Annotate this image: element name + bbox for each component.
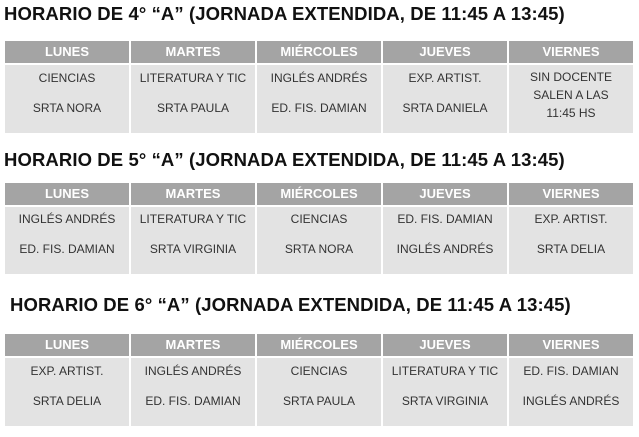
teacher-text: SRTA DELIA xyxy=(32,394,102,408)
day-header-miercoles: MIÉRCOLES xyxy=(257,183,381,205)
class-cell-jueves: LITERATURA Y TIC SRTA VIRGINIA xyxy=(383,358,507,426)
class-cell-viernes: SIN DOCENTE SALEN A LAS 11:45 HS xyxy=(509,65,633,133)
subject-text: EXP. ARTIST. xyxy=(30,364,104,378)
class-cell-martes: INGLÉS ANDRÉS ED. FIS. DAMIAN xyxy=(131,358,255,426)
subject-text: EXP. ARTIST. xyxy=(534,212,608,226)
subject-text: LITERATURA Y TIC xyxy=(139,71,247,85)
day-header-jueves: JUEVES xyxy=(383,41,507,63)
class-cell-jueves: ED. FIS. DAMIAN INGLÉS ANDRÉS xyxy=(383,207,507,274)
day-header-viernes: VIERNES xyxy=(509,334,633,356)
schedule-title: HORARIO DE 6° “A” (JORNADA EXTENDIDA, DE… xyxy=(10,294,571,315)
teacher-text: SRTA VIRGINIA xyxy=(401,394,489,408)
note-text: 11:45 HS xyxy=(546,106,596,120)
schedule-table: LUNES MARTES MIÉRCOLES JUEVES VIERNES IN… xyxy=(5,183,633,274)
subject-text: INGLÉS ANDRÉS xyxy=(144,364,242,378)
schedule-table: LUNES MARTES MIÉRCOLES JUEVES VIERNES CI… xyxy=(5,41,633,133)
teacher-text: SRTA DELIA xyxy=(536,242,606,256)
subject-text: EXP. ARTIST. xyxy=(408,71,482,85)
teacher-text: SRTA VIRGINIA xyxy=(149,242,237,256)
schedule-title: HORARIO DE 4° “A” (JORNADA EXTENDIDA, DE… xyxy=(4,3,565,24)
class-cell-miercoles: INGLÉS ANDRÉS ED. FIS. DAMIAN xyxy=(257,65,381,133)
class-cell-martes: LITERATURA Y TIC SRTA PAULA xyxy=(131,65,255,133)
note-text: SIN DOCENTE xyxy=(529,70,612,84)
subject-text: CIENCIAS xyxy=(290,212,348,226)
day-header-martes: MARTES xyxy=(131,183,255,205)
class-cell-miercoles: CIENCIAS SRTA PAULA xyxy=(257,358,381,426)
teacher-text: SRTA PAULA xyxy=(156,101,230,115)
schedule-table: LUNES MARTES MIÉRCOLES JUEVES VIERNES EX… xyxy=(5,334,633,426)
subject-text: CIENCIAS xyxy=(290,364,348,378)
subject-text: INGLÉS ANDRÉS xyxy=(270,71,368,85)
teacher-text: SRTA PAULA xyxy=(282,394,356,408)
teacher-text: ED. FIS. DAMIAN xyxy=(145,394,241,408)
subject-text: ED. FIS. DAMIAN xyxy=(523,364,619,378)
teacher-text: ED. FIS. DAMIAN xyxy=(19,242,115,256)
day-header-lunes: LUNES xyxy=(5,183,129,205)
subject-text: INGLÉS ANDRÉS xyxy=(18,212,116,226)
teacher-text: INGLÉS ANDRÉS xyxy=(396,242,494,256)
day-header-lunes: LUNES xyxy=(5,334,129,356)
day-header-miercoles: MIÉRCOLES xyxy=(257,41,381,63)
class-cell-lunes: INGLÉS ANDRÉS ED. FIS. DAMIAN xyxy=(5,207,129,274)
subject-text: CIENCIAS xyxy=(38,71,96,85)
teacher-text: ED. FIS. DAMIAN xyxy=(271,101,367,115)
class-cell-viernes: EXP. ARTIST. SRTA DELIA xyxy=(509,207,633,274)
class-cell-martes: LITERATURA Y TIC SRTA VIRGINIA xyxy=(131,207,255,274)
class-cell-lunes: CIENCIAS SRTA NORA xyxy=(5,65,129,133)
class-cell-miercoles: CIENCIAS SRTA NORA xyxy=(257,207,381,274)
day-header-viernes: VIERNES xyxy=(509,183,633,205)
day-header-martes: MARTES xyxy=(131,41,255,63)
teacher-text: SRTA NORA xyxy=(32,101,102,115)
subject-text: LITERATURA Y TIC xyxy=(391,364,499,378)
day-header-lunes: LUNES xyxy=(5,41,129,63)
class-cell-jueves: EXP. ARTIST. SRTA DANIELA xyxy=(383,65,507,133)
day-header-miercoles: MIÉRCOLES xyxy=(257,334,381,356)
day-header-jueves: JUEVES xyxy=(383,183,507,205)
teacher-text: SRTA NORA xyxy=(284,242,354,256)
teacher-text: SRTA DANIELA xyxy=(402,101,488,115)
subject-text: ED. FIS. DAMIAN xyxy=(397,212,493,226)
class-cell-lunes: EXP. ARTIST. SRTA DELIA xyxy=(5,358,129,426)
subject-text: LITERATURA Y TIC xyxy=(139,212,247,226)
teacher-text: INGLÉS ANDRÉS xyxy=(522,394,620,408)
day-header-jueves: JUEVES xyxy=(383,334,507,356)
day-header-viernes: VIERNES xyxy=(509,41,633,63)
day-header-martes: MARTES xyxy=(131,334,255,356)
class-cell-viernes: ED. FIS. DAMIAN INGLÉS ANDRÉS xyxy=(509,358,633,426)
schedule-title: HORARIO DE 5° “A” (JORNADA EXTENDIDA, DE… xyxy=(4,149,565,170)
note-text: SALEN A LAS xyxy=(533,88,609,102)
